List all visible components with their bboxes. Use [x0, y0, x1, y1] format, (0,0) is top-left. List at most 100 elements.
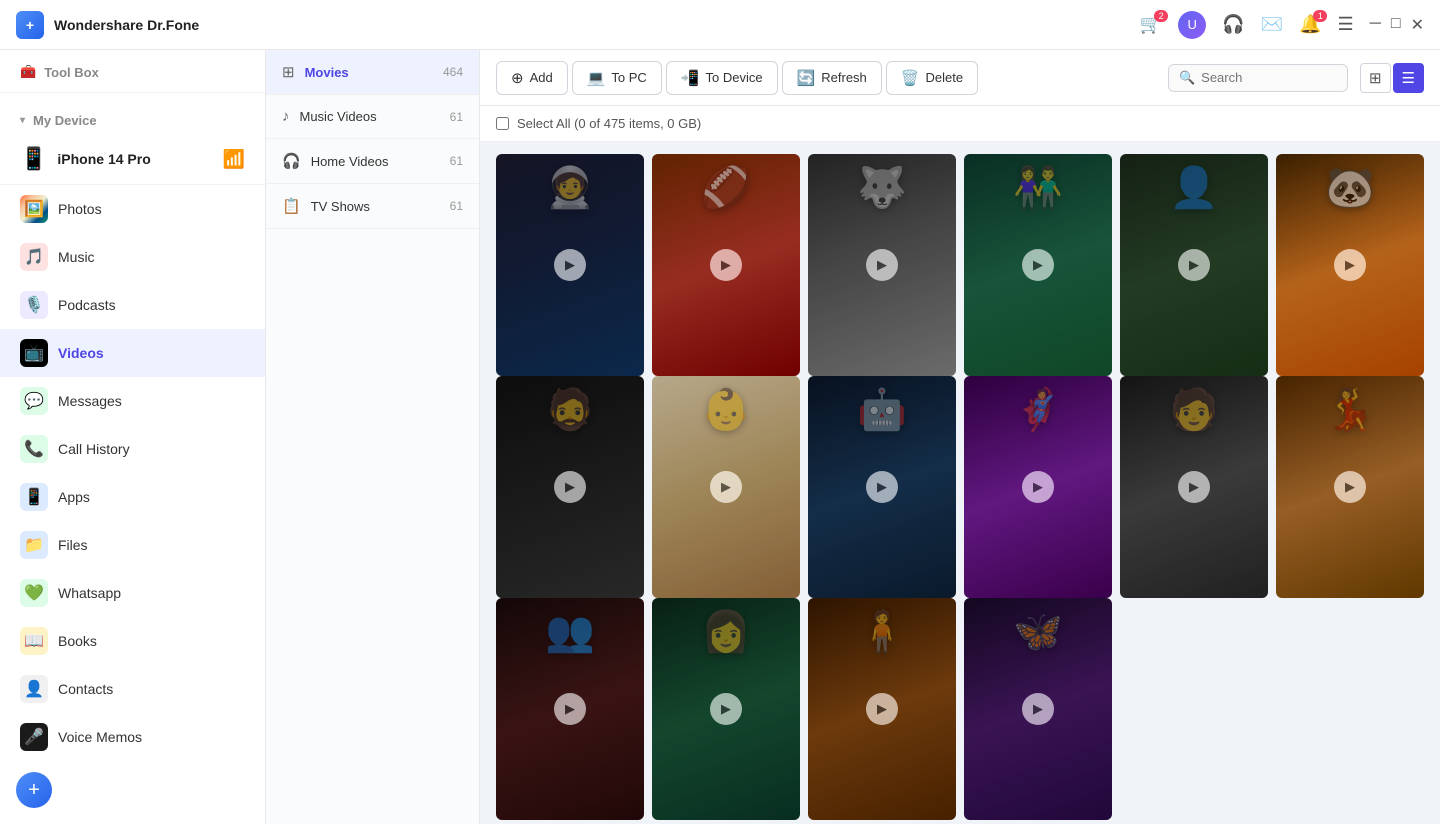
play-overlay-4: ▶	[1120, 154, 1268, 376]
sidebar-item-apps[interactable]: 📱 Apps	[0, 473, 265, 521]
movie-thumbnail-12[interactable]: 👥 ▶	[496, 598, 644, 820]
delete-button[interactable]: 🗑️ Delete	[886, 61, 978, 95]
topc-button[interactable]: 💻 To PC	[572, 61, 662, 95]
play-button-11[interactable]: ▶	[1334, 471, 1366, 503]
notification-icon[interactable]: 🔔 1	[1299, 14, 1321, 35]
minimize-button[interactable]: ─	[1370, 15, 1381, 35]
sidebar-item-podcasts[interactable]: 🎙️ Podcasts	[0, 281, 265, 329]
movie-thumbnail-8[interactable]: 🤖 ▶	[808, 376, 956, 598]
titlebar-icons: 🛒 2 U 🎧 ✉️ 🔔 1 ☰	[1140, 11, 1354, 39]
movie-thumbnail-0[interactable]: 🧑‍🚀 ▶	[496, 154, 644, 376]
app-body: 🧰 Tool Box ▾ My Device 📱 iPhone 14 Pro 📶…	[0, 50, 1440, 824]
movie-thumbnail-13[interactable]: 👩 ▶	[652, 598, 800, 820]
sidebar-item-videos[interactable]: 📺 Videos	[0, 329, 265, 377]
movie-thumbnail-4[interactable]: 👤 ▶	[1120, 154, 1268, 376]
play-button-13[interactable]: ▶	[710, 693, 742, 725]
delete-label: Delete	[925, 70, 963, 85]
category-item-movies[interactable]: ⊞ Movies 464	[266, 50, 479, 95]
videos-label: Videos	[58, 345, 104, 361]
video-grid: 🧑‍🚀 ▶ 🏈 ▶ 🐺 ▶ 👫 ▶ 👤 ▶	[480, 142, 1440, 824]
sidebar-item-files[interactable]: 📁 Files	[0, 521, 265, 569]
sidebar-item-photos[interactable]: 🖼️ Photos	[0, 185, 265, 233]
toolbox-icon: 🧰	[20, 64, 36, 80]
sidebar-item-callhistory[interactable]: 📞 Call History	[0, 425, 265, 473]
play-button-9[interactable]: ▶	[1022, 471, 1054, 503]
sidebar-item-music[interactable]: 🎵 Music	[0, 233, 265, 281]
list-view-button[interactable]: ☰	[1393, 63, 1424, 93]
category-item-homevideos[interactable]: 🎧 Home Videos 61	[266, 139, 479, 184]
sidebar-item-books[interactable]: 📖 Books	[0, 617, 265, 665]
close-button[interactable]: ✕	[1411, 15, 1424, 35]
books-icon: 📖	[20, 627, 48, 655]
messages-icon: 💬	[20, 387, 48, 415]
play-button-7[interactable]: ▶	[710, 471, 742, 503]
movie-thumbnail-1[interactable]: 🏈 ▶	[652, 154, 800, 376]
add-icon: ⊕	[511, 69, 524, 87]
homevideos-icon: 🎧	[282, 152, 301, 170]
search-input[interactable]	[1201, 70, 1337, 85]
maximize-button[interactable]: □	[1391, 15, 1401, 35]
category-item-musicvideos[interactable]: ♪ Music Videos 61	[266, 95, 479, 139]
movie-thumbnail-10[interactable]: 🧑 ▶	[1120, 376, 1268, 598]
play-button-8[interactable]: ▶	[866, 471, 898, 503]
mydevice-label: My Device	[33, 113, 97, 128]
select-all-checkbox[interactable]	[496, 117, 509, 130]
photos-icon: 🖼️	[20, 195, 48, 223]
play-overlay-12: ▶	[496, 598, 644, 820]
movie-thumbnail-14[interactable]: 🧍 ▶	[808, 598, 956, 820]
sidebar-footer: +	[0, 761, 265, 824]
cart-badge: 2	[1154, 10, 1168, 22]
play-overlay-6: ▶	[496, 376, 644, 598]
play-button-14[interactable]: ▶	[866, 693, 898, 725]
play-button-1[interactable]: ▶	[710, 249, 742, 281]
movie-thumbnail-15[interactable]: 🦋 ▶	[964, 598, 1112, 820]
books-label: Books	[58, 633, 97, 649]
sidebar-item-whatsapp[interactable]: 💚 Whatsapp	[0, 569, 265, 617]
play-overlay-3: ▶	[964, 154, 1112, 376]
movie-thumbnail-5[interactable]: 🐼 ▶	[1276, 154, 1424, 376]
play-button-3[interactable]: ▶	[1022, 249, 1054, 281]
movie-thumbnail-7[interactable]: 👶 ▶	[652, 376, 800, 598]
play-overlay-14: ▶	[808, 598, 956, 820]
todevice-button[interactable]: 📲 To Device	[666, 61, 778, 95]
movie-thumbnail-2[interactable]: 🐺 ▶	[808, 154, 956, 376]
files-label: Files	[58, 537, 88, 553]
app-name: Wondershare Dr.Fone	[54, 17, 1140, 33]
add-floating-button[interactable]: +	[16, 772, 52, 808]
callhistory-label: Call History	[58, 441, 130, 457]
refresh-button[interactable]: 🔄 Refresh	[782, 61, 882, 95]
cart-icon[interactable]: 🛒 2	[1140, 14, 1162, 35]
movie-thumbnail-9[interactable]: 🦸 ▶	[964, 376, 1112, 598]
sidebar-item-messages[interactable]: 💬 Messages	[0, 377, 265, 425]
mydevice-chevron: ▾	[20, 115, 25, 126]
toolbox-label: Tool Box	[44, 65, 99, 80]
contacts-icon: 👤	[20, 675, 48, 703]
play-button-15[interactable]: ▶	[1022, 693, 1054, 725]
headset-icon[interactable]: 🎧	[1222, 14, 1244, 35]
category-item-tvshows[interactable]: 📋 TV Shows 61	[266, 184, 479, 229]
sidebar-item-contacts[interactable]: 👤 Contacts	[0, 665, 265, 713]
mail-icon[interactable]: ✉️	[1261, 14, 1283, 35]
play-button-5[interactable]: ▶	[1334, 249, 1366, 281]
movie-thumbnail-6[interactable]: 🧔 ▶	[496, 376, 644, 598]
movie-thumbnail-11[interactable]: 💃 ▶	[1276, 376, 1424, 598]
search-icon: 🔍	[1179, 70, 1195, 86]
photos-label: Photos	[58, 201, 102, 217]
play-button-4[interactable]: ▶	[1178, 249, 1210, 281]
play-button-10[interactable]: ▶	[1178, 471, 1210, 503]
list-icon[interactable]: ☰	[1337, 14, 1353, 35]
play-button-2[interactable]: ▶	[866, 249, 898, 281]
grid-view-button[interactable]: ⊞	[1360, 63, 1391, 93]
movies-icon: ⊞	[282, 63, 295, 81]
play-button-12[interactable]: ▶	[554, 693, 586, 725]
select-all-label[interactable]: Select All (0 of 475 items, 0 GB)	[517, 116, 701, 131]
movie-thumbnail-3[interactable]: 👫 ▶	[964, 154, 1112, 376]
delete-icon: 🗑️	[901, 69, 920, 87]
play-button-6[interactable]: ▶	[554, 471, 586, 503]
avatar-icon[interactable]: U	[1178, 11, 1206, 39]
movies-label: Movies	[305, 65, 433, 80]
play-button-0[interactable]: ▶	[554, 249, 586, 281]
search-box[interactable]: 🔍	[1168, 64, 1348, 92]
add-button[interactable]: ⊕ Add	[496, 61, 568, 95]
sidebar-item-voicememos[interactable]: 🎤 Voice Memos	[0, 713, 265, 761]
